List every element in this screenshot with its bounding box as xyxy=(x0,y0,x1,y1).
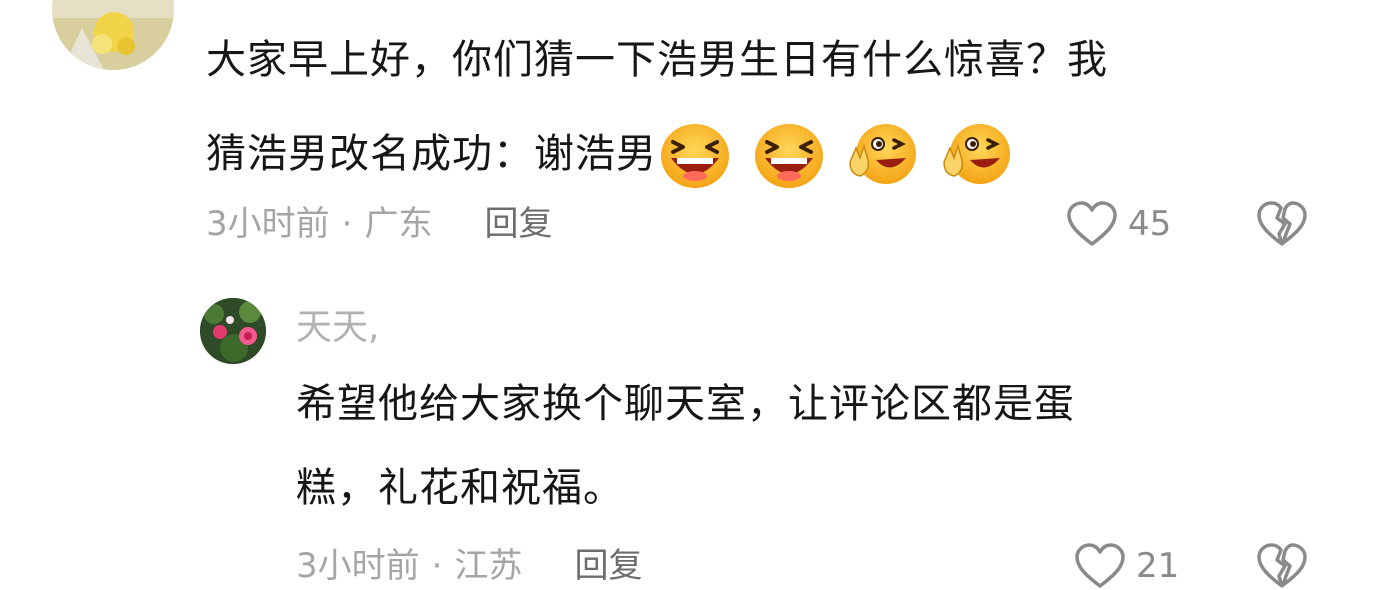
dislike-button[interactable] xyxy=(1256,200,1308,248)
reply-button[interactable]: 回复 xyxy=(574,546,642,586)
comment-text-line-1: 大家早上好，你们猜一下浩男生日有什么惊喜？我 xyxy=(206,37,1108,83)
comment-location: 广东 xyxy=(364,204,433,244)
peace-sign-emoji-icon xyxy=(943,124,1011,184)
like-count: 45 xyxy=(1128,204,1172,244)
reply-button[interactable]: 回复 xyxy=(484,204,552,244)
meta-separator: · xyxy=(341,204,353,244)
commenter-avatar[interactable] xyxy=(52,0,174,70)
laughing-emoji-icon xyxy=(754,124,823,188)
comment-text: 猜浩男改名成功：谢浩男 xyxy=(206,131,657,177)
laughing-emoji-icon xyxy=(661,124,729,188)
heart-icon xyxy=(1067,201,1117,246)
comment-time: 3小时前 xyxy=(206,204,330,244)
reply-meta: 3小时前 · 江苏 回复 xyxy=(296,546,642,586)
comment-text-line-2: 猜浩男改名成功：谢浩男 xyxy=(206,122,1326,190)
meta-separator: · xyxy=(431,546,443,586)
peace-sign-emoji-icon xyxy=(849,124,917,184)
heart-icon xyxy=(1075,543,1125,588)
like-button[interactable] xyxy=(1074,542,1126,590)
dislike-button[interactable] xyxy=(1256,542,1308,590)
reply-author-name[interactable]: 天天, xyxy=(296,306,379,350)
broken-heart-icon xyxy=(1257,201,1307,246)
broken-heart-icon xyxy=(1257,543,1307,588)
emoji-group xyxy=(659,122,1020,190)
reply-text-line-1: 希望他给大家换个聊天室，让评论区都是蛋 xyxy=(296,381,1075,427)
comment-meta: 3小时前 · 广东 回复 xyxy=(206,204,552,244)
like-count: 21 xyxy=(1136,546,1180,586)
reply-time: 3小时前 xyxy=(296,546,420,586)
reply-location: 江苏 xyxy=(454,546,523,586)
reply-text-line-2: 糕，礼花和祝福。 xyxy=(296,465,624,511)
like-button[interactable] xyxy=(1066,200,1118,248)
reply-author-avatar[interactable] xyxy=(200,298,266,364)
